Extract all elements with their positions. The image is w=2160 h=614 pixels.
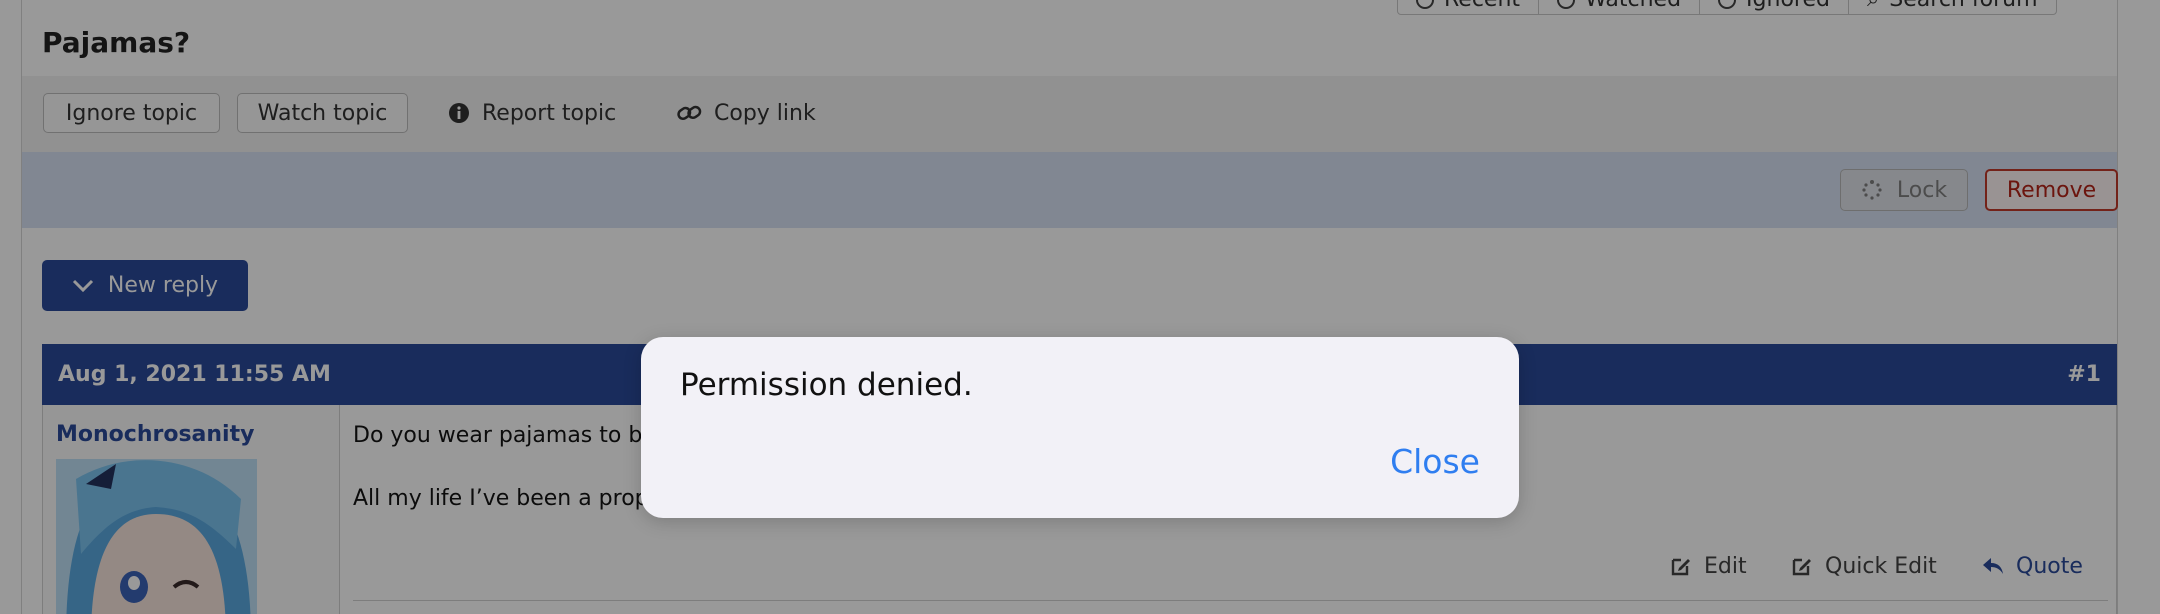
alert-dialog: Permission denied. Close — [641, 337, 1519, 518]
close-button[interactable]: Close — [1390, 442, 1480, 481]
alert-message: Permission denied. — [680, 367, 973, 403]
modal-backdrop[interactable] — [0, 0, 2160, 614]
